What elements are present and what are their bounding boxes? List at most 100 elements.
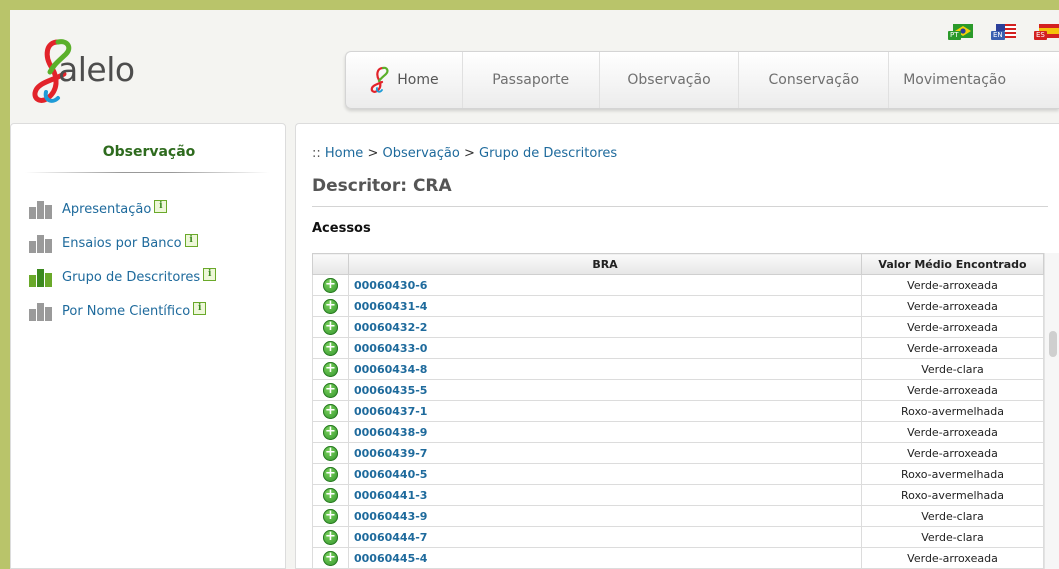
scrollbar-thumb[interactable] <box>1049 331 1057 357</box>
sidebar-item-por-nome-cientifico[interactable]: Por Nome Científico i <box>29 294 216 328</box>
table-cell-expand: + <box>312 316 349 338</box>
table-cell-valor: Verde-arroxeada <box>861 379 1044 401</box>
bra-link[interactable]: 00060434-8 <box>354 363 427 376</box>
breadcrumb-separator: > <box>463 146 475 161</box>
table-cell-expand: + <box>312 358 349 380</box>
table-row: +00060430-6 Verde-arroxeada <box>312 274 1044 296</box>
bra-link[interactable]: 00060439-7 <box>354 447 427 460</box>
nav-passaporte[interactable]: Passaporte <box>463 52 600 108</box>
table-scrollbar[interactable] <box>1044 253 1059 569</box>
sidebar-item-ensaios-por-banco[interactable]: Ensaios por Banco i <box>29 226 216 260</box>
info-icon[interactable]: i <box>184 234 198 247</box>
table-cell-valor: Verde-arroxeada <box>861 274 1044 296</box>
page-title: Descritor: CRA <box>312 176 452 196</box>
window-frame-top <box>0 0 1059 10</box>
info-icon[interactable]: i <box>154 200 168 213</box>
bra-link[interactable]: 00060445-4 <box>354 552 427 565</box>
bra-link[interactable]: 00060444-7 <box>354 531 427 544</box>
accessions-table: BRA Valor Médio Encontrado +00060430-6 Ve… <box>312 253 1044 569</box>
table-cell-valor: Verde-arroxeada <box>861 442 1044 464</box>
flag-pt-icon[interactable]: PT <box>947 24 973 41</box>
breadcrumb-observacao-link[interactable]: Observação <box>382 146 459 161</box>
table-cell-expand: + <box>312 526 349 548</box>
table-cell-bra: 00060441-3 <box>348 484 862 506</box>
accessions-table-container: BRA Valor Médio Encontrado +00060430-6 Ve… <box>312 253 1059 569</box>
flag-es-label: ES <box>1034 31 1047 40</box>
breadcrumb-prefix: :: <box>312 146 321 161</box>
expand-plus-icon[interactable]: + <box>323 340 338 356</box>
bra-link[interactable]: 00060431-4 <box>354 300 427 313</box>
table-header-bra[interactable]: BRA <box>348 253 862 275</box>
main-navbar: Home Passaporte Observação Conservação M… <box>345 51 1059 109</box>
table-cell-bra: 00060439-7 <box>348 442 862 464</box>
info-icon[interactable]: i <box>203 268 217 281</box>
table-cell-expand: + <box>312 505 349 527</box>
bra-link[interactable]: 00060437-1 <box>354 405 427 418</box>
table-cell-bra: 00060432-2 <box>348 316 862 338</box>
table-cell-bra: 00060435-5 <box>348 379 862 401</box>
table-cell-valor: Verde-arroxeada <box>861 295 1044 317</box>
sidebar-item-label: Apresentação <box>62 201 152 217</box>
bra-link[interactable]: 00060438-9 <box>354 426 427 439</box>
expand-plus-icon[interactable]: + <box>323 298 338 314</box>
nav-conservacao[interactable]: Conservação <box>739 52 890 108</box>
expand-plus-icon[interactable]: + <box>323 445 338 461</box>
table-row: +00060438-9 Verde-arroxeada <box>312 421 1044 443</box>
table-cell-valor: Verde-arroxeada <box>861 421 1044 443</box>
expand-plus-icon[interactable]: + <box>323 382 338 398</box>
table-cell-valor: Verde-arroxeada <box>861 337 1044 359</box>
table-row: +00060445-4 Verde-arroxeada <box>312 547 1044 569</box>
table-row: +00060444-7 Verde-clara <box>312 526 1044 548</box>
breadcrumb-home-link[interactable]: Home <box>325 146 363 161</box>
bra-link[interactable]: 00060443-9 <box>354 510 427 523</box>
table-cell-expand: + <box>312 547 349 569</box>
sidebar-item-apresentacao[interactable]: Apresentação i <box>29 192 216 226</box>
flag-es-icon[interactable]: ES <box>1033 24 1059 41</box>
sidebar-divider <box>25 172 269 173</box>
bar-chart-icon <box>29 233 53 253</box>
expand-plus-icon[interactable]: + <box>323 529 338 545</box>
bra-link[interactable]: 00060430-6 <box>354 279 427 292</box>
nav-observacao[interactable]: Observação <box>600 52 740 108</box>
bra-link[interactable]: 00060435-5 <box>354 384 427 397</box>
table-cell-bra: 00060443-9 <box>348 505 862 527</box>
table-cell-bra: 00060431-4 <box>348 295 862 317</box>
flag-en-icon[interactable]: EN <box>990 24 1016 41</box>
expand-plus-icon[interactable]: + <box>323 277 338 293</box>
sidebar-title: Observação <box>102 144 196 160</box>
table-row: +00060434-8 Verde-clara <box>312 358 1044 380</box>
nav-movimentacao[interactable]: Movimentação <box>889 52 1059 108</box>
table-cell-expand: + <box>312 295 349 317</box>
table-body: +00060430-6 Verde-arroxeada +00060431-4 Ver… <box>312 274 1044 569</box>
expand-plus-icon[interactable]: + <box>323 487 338 503</box>
bra-link[interactable]: 00060432-2 <box>354 321 427 334</box>
expand-plus-icon[interactable]: + <box>323 403 338 419</box>
table-row: +00060437-1 Roxo-avermelhada <box>312 400 1044 422</box>
table-cell-expand: + <box>312 274 349 296</box>
bra-link[interactable]: 00060433-0 <box>354 342 427 355</box>
expand-plus-icon[interactable]: + <box>323 424 338 440</box>
table-header-valor[interactable]: Valor Médio Encontrado <box>861 253 1044 275</box>
expand-plus-icon[interactable]: + <box>323 319 338 335</box>
table-cell-valor: Roxo-avermelhada <box>861 400 1044 422</box>
main-content: :: Home > Observação > Grupo de Descrito… <box>295 123 1059 569</box>
info-icon[interactable]: i <box>193 302 207 315</box>
breadcrumb: :: Home > Observação > Grupo de Descrito… <box>312 146 617 161</box>
sidebar-item-grupo-de-descritores[interactable]: Grupo de Descritores i <box>29 260 217 294</box>
table-row: +00060431-4 Verde-arroxeada <box>312 295 1044 317</box>
expand-plus-icon[interactable]: + <box>323 361 338 377</box>
breadcrumb-grupo-link[interactable]: Grupo de Descritores <box>479 146 617 161</box>
table-row: +00060435-5 Verde-arroxeada <box>312 379 1044 401</box>
nav-home[interactable]: Home <box>346 52 463 108</box>
expand-plus-icon[interactable]: + <box>323 550 338 566</box>
table-row: +00060432-2 Verde-arroxeada <box>312 316 1044 338</box>
bra-link[interactable]: 00060440-5 <box>354 468 427 481</box>
expand-plus-icon[interactable]: + <box>323 508 338 524</box>
expand-plus-icon[interactable]: + <box>323 466 338 482</box>
table-cell-bra: 00060434-8 <box>348 358 862 380</box>
sidebar-item-label: Ensaios por Banco <box>62 235 182 251</box>
table-cell-expand: + <box>312 421 349 443</box>
language-selector: PT EN ES <box>947 24 1059 41</box>
page: alelo PT EN ES Home Passaporte Observaçã… <box>10 10 1059 569</box>
bra-link[interactable]: 00060441-3 <box>354 489 427 502</box>
